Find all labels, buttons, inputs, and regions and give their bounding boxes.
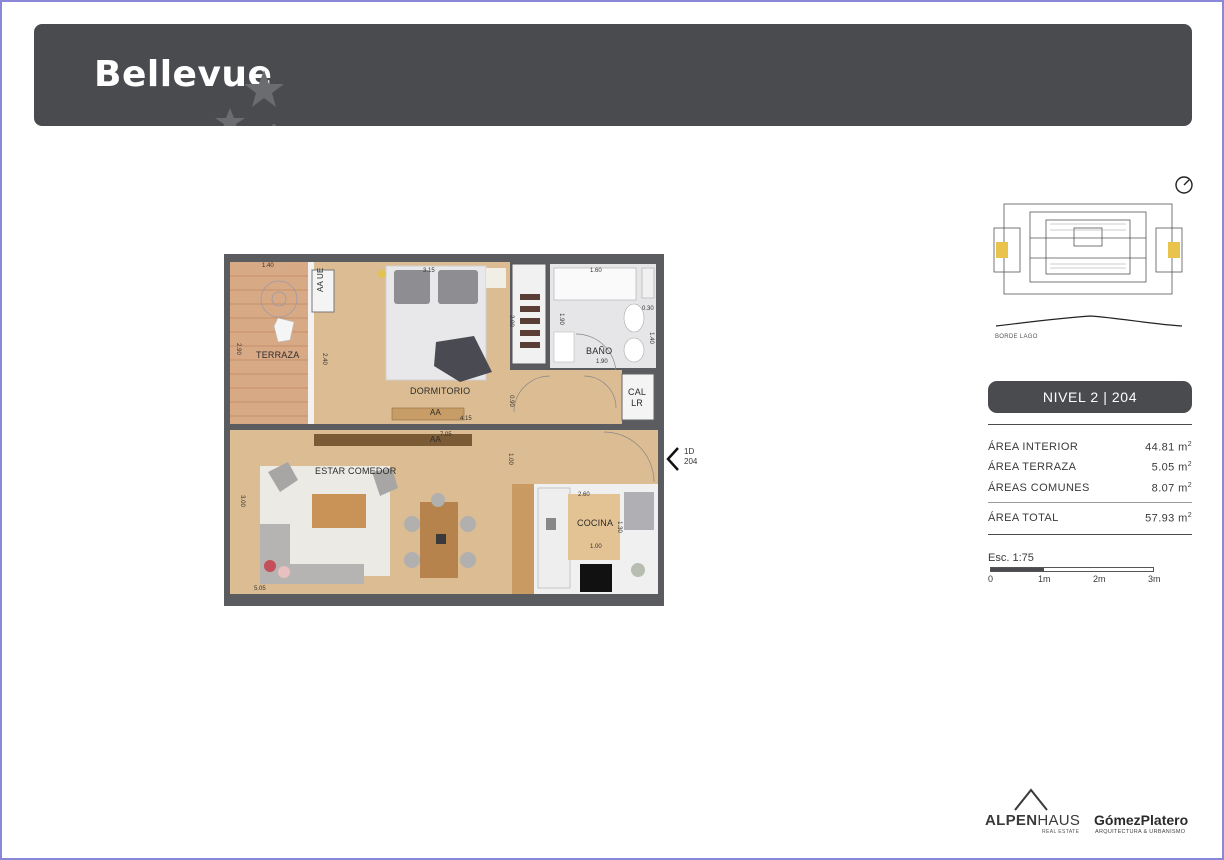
total-area-label: ÁREA TOTAL <box>988 512 1059 524</box>
terraza-label: TERRAZA <box>256 350 300 360</box>
dim-label: 1.90 <box>596 359 608 365</box>
dim-label: 2.90 <box>234 343 241 355</box>
unit-door-tag-line1: 1D <box>684 447 695 456</box>
scale-tick: 1m <box>1038 574 1051 584</box>
level-unit-badge: NIVEL 2 | 204 <box>988 381 1192 413</box>
unit-door-tag: 1D 204 <box>684 447 697 467</box>
dim-label: 5.05 <box>254 586 266 592</box>
dim-label: 1.30 <box>615 521 622 533</box>
compass-icon <box>1175 176 1193 194</box>
aa-bedroom-label: AA <box>430 408 442 417</box>
scale-bar-fill <box>991 568 1045 571</box>
area-value: 5.05 m2 <box>1151 461 1192 474</box>
dim-label: 0.90 <box>507 395 514 407</box>
scale-bar <box>990 567 1154 572</box>
scale-tick: 3m <box>1148 574 1161 584</box>
scale-tick: 0 <box>988 574 994 584</box>
area-label: ÁREA INTERIOR <box>988 441 1079 453</box>
lake-edge-label: BORDE LAGO <box>995 334 1038 340</box>
dim-label: 2.60 <box>578 492 590 498</box>
aa-ue-label: AA UE <box>316 267 325 292</box>
dim-label: 7.05 <box>440 432 452 438</box>
dim-label: 1.90 <box>557 313 564 325</box>
gomezplatero-tagline: ARQUITECTURA & URBANISMO <box>1095 829 1186 835</box>
area-label: ÁREA TERRAZA <box>988 461 1077 473</box>
dim-label: 3.00 <box>238 495 245 507</box>
building-key-plan <box>993 203 1183 327</box>
floor-plan <box>224 254 664 606</box>
entrance-arrow-icon <box>666 447 679 471</box>
cocina-label: COCINA <box>577 518 614 528</box>
total-area-row: ÁREA TOTAL 57.93 m2 <box>988 512 1192 525</box>
estar-comedor-label: ESTAR COMEDOR <box>315 466 397 476</box>
dim-label: 1.00 <box>590 544 602 550</box>
header-banner: Bellevue <box>34 24 1192 126</box>
area-row: ÁREA INTERIOR 44.81 m2 <box>988 441 1192 454</box>
dim-label: 1.40 <box>647 332 654 344</box>
area-value: 8.07 m2 <box>1151 482 1192 495</box>
total-area-value: 57.93 m2 <box>1145 512 1192 525</box>
dim-label: 3.15 <box>423 268 435 274</box>
area-row: ÁREAS COMUNES 8.07 m2 <box>988 482 1192 495</box>
area-label: ÁREAS COMUNES <box>988 482 1090 494</box>
dormitorio-label: DORMITORIO <box>410 386 471 396</box>
dim-label: 1.60 <box>590 268 602 274</box>
scale-tick: 2m <box>1093 574 1106 584</box>
stars-decoration-icon <box>215 70 284 126</box>
divider <box>988 534 1192 535</box>
gomezplatero-logo: GómezPlatero <box>1094 812 1189 828</box>
scale-label: Esc. 1:75 <box>988 552 1034 564</box>
alpenhaus-logo: ALPENHAUS <box>985 812 1081 829</box>
dim-label: 1.00 <box>506 453 513 465</box>
dim-label: 2.40 <box>320 353 327 365</box>
dim-label: 1.40 <box>262 263 274 269</box>
bano-label: BAÑO <box>586 346 613 356</box>
area-row: ÁREA TERRAZA 5.05 m2 <box>988 461 1192 474</box>
dim-label: 4.15 <box>460 416 472 422</box>
area-value: 44.81 m2 <box>1145 441 1192 454</box>
alpenhaus-tagline: REAL ESTATE <box>1042 829 1080 835</box>
divider <box>988 424 1192 425</box>
dim-label: 0.30 <box>642 306 654 312</box>
unit-door-tag-line2: 204 <box>684 457 698 466</box>
dim-label: 2.00 <box>507 315 514 327</box>
cal-lr-label: CAL LR <box>628 387 647 408</box>
divider <box>988 502 1192 503</box>
